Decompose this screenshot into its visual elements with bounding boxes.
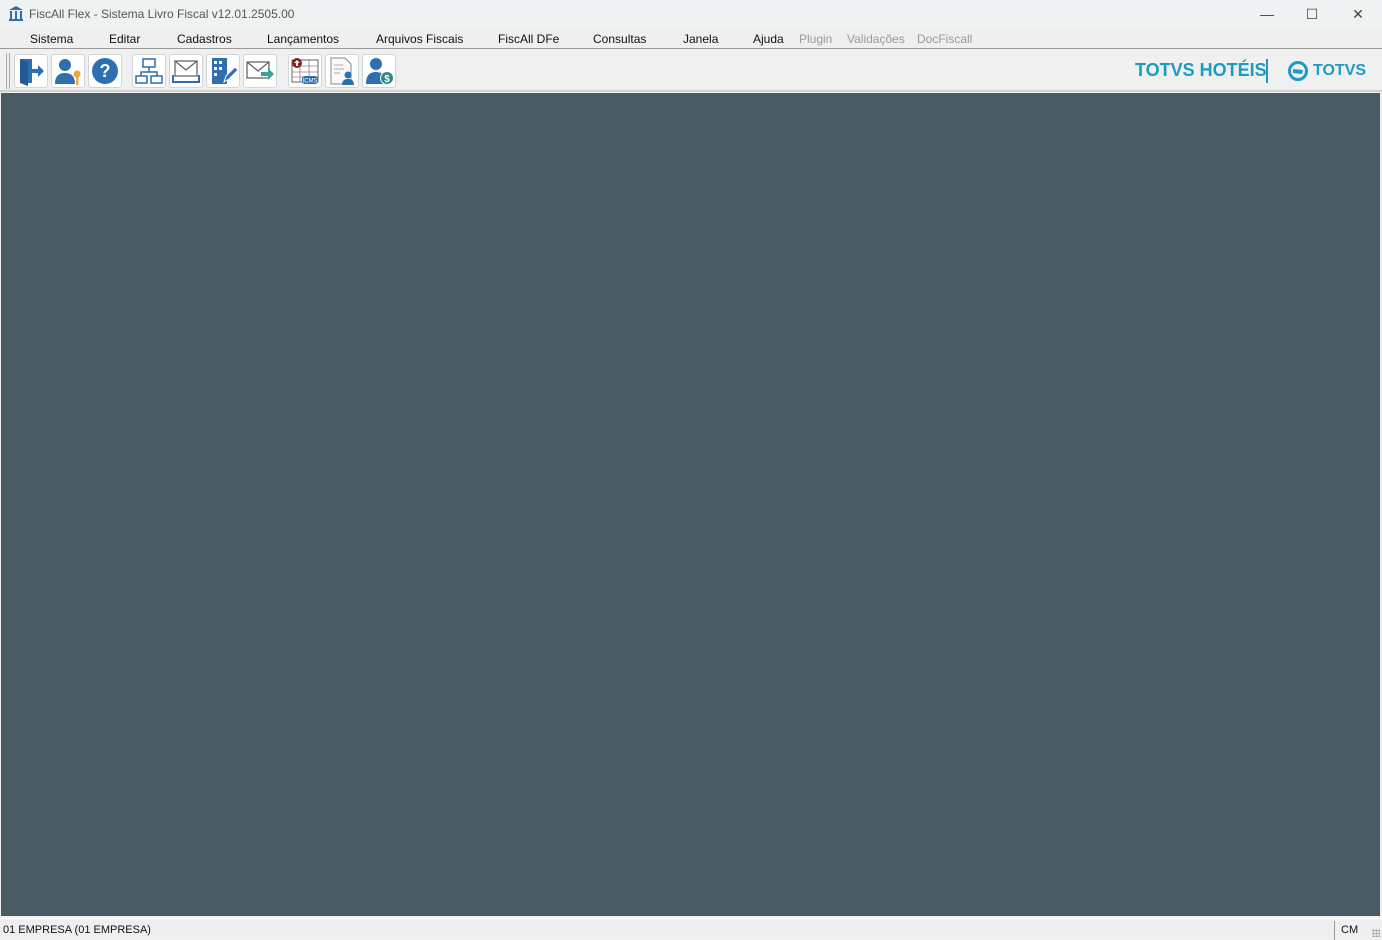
mail-send-button[interactable] (243, 54, 277, 88)
menu-cadastros[interactable]: Cadastros (177, 32, 232, 46)
toolbar: ? ICMS $ TOTVS HOTÉIS TOTVS (0, 50, 1382, 92)
svg-text:$: $ (384, 74, 390, 85)
totvs-logo: TOTVS (1313, 62, 1367, 79)
user-money-icon: $ (366, 58, 394, 85)
menu-sistema[interactable]: Sistema (30, 32, 73, 46)
menu-plugin: Plugin (799, 32, 833, 46)
menu-validacoes: Validações (847, 32, 905, 46)
org-chart-button[interactable] (132, 54, 166, 88)
totvs-hoteis-logo: TOTVS HOTÉIS (1135, 60, 1267, 80)
user-money-button[interactable]: $ (362, 54, 396, 88)
svg-text:ICMS: ICMS (303, 79, 318, 85)
help-icon: ? (92, 58, 118, 84)
minimize-button[interactable]: — (1244, 0, 1290, 28)
exit-icon (20, 59, 44, 86)
status-divider (1334, 921, 1335, 940)
app-icon (9, 6, 23, 21)
menu-bar: Sistema Editar Cadastros Lançamentos Arq… (0, 28, 1382, 49)
status-company: 01 EMPRESA (01 EMPRESA) (3, 924, 151, 936)
document-user-button[interactable] (325, 54, 359, 88)
totvs-logo-icon (1288, 61, 1308, 81)
close-button[interactable]: ✕ (1335, 0, 1381, 28)
mail-send-icon (246, 61, 274, 80)
mail-inbox-icon (172, 60, 200, 83)
user-key-icon (55, 59, 81, 85)
menu-editar[interactable]: Editar (109, 32, 140, 46)
toolbar-grip[interactable] (6, 53, 10, 89)
menu-docfiscall: DocFiscall (917, 32, 973, 46)
building-edit-button[interactable] (206, 54, 240, 88)
status-bar: 01 EMPRESA (01 EMPRESA) CM (0, 918, 1382, 940)
document-user-icon (330, 57, 354, 85)
icms-table-icon: ICMS (291, 58, 319, 85)
mail-inbox-button[interactable] (169, 54, 203, 88)
exit-button[interactable] (14, 54, 48, 88)
menu-fiscall-dfe[interactable]: FiscAll DFe (498, 32, 559, 46)
brand-divider (1266, 59, 1268, 83)
menu-arquivos-fiscais[interactable]: Arquivos Fiscais (376, 32, 463, 46)
status-mode: CM (1341, 924, 1359, 936)
menu-consultas[interactable]: Consultas (593, 32, 646, 46)
svg-text:?: ? (100, 61, 111, 81)
icms-button[interactable]: ICMS (288, 54, 322, 88)
maximize-button[interactable]: ☐ (1289, 0, 1335, 28)
building-edit-icon (212, 58, 238, 84)
resize-grip[interactable] (1372, 929, 1380, 937)
window-title: FiscAll Flex - Sistema Livro Fiscal v12.… (29, 7, 295, 21)
menu-ajuda[interactable]: Ajuda (753, 32, 784, 46)
menu-lancamentos[interactable]: Lançamentos (267, 32, 339, 46)
mdi-workspace (1, 93, 1380, 916)
org-chart-icon (135, 58, 163, 84)
title-bar: FiscAll Flex - Sistema Livro Fiscal v12.… (0, 0, 1382, 28)
help-button[interactable]: ? (88, 54, 122, 88)
user-key-button[interactable] (51, 54, 85, 88)
menu-janela[interactable]: Janela (683, 32, 718, 46)
